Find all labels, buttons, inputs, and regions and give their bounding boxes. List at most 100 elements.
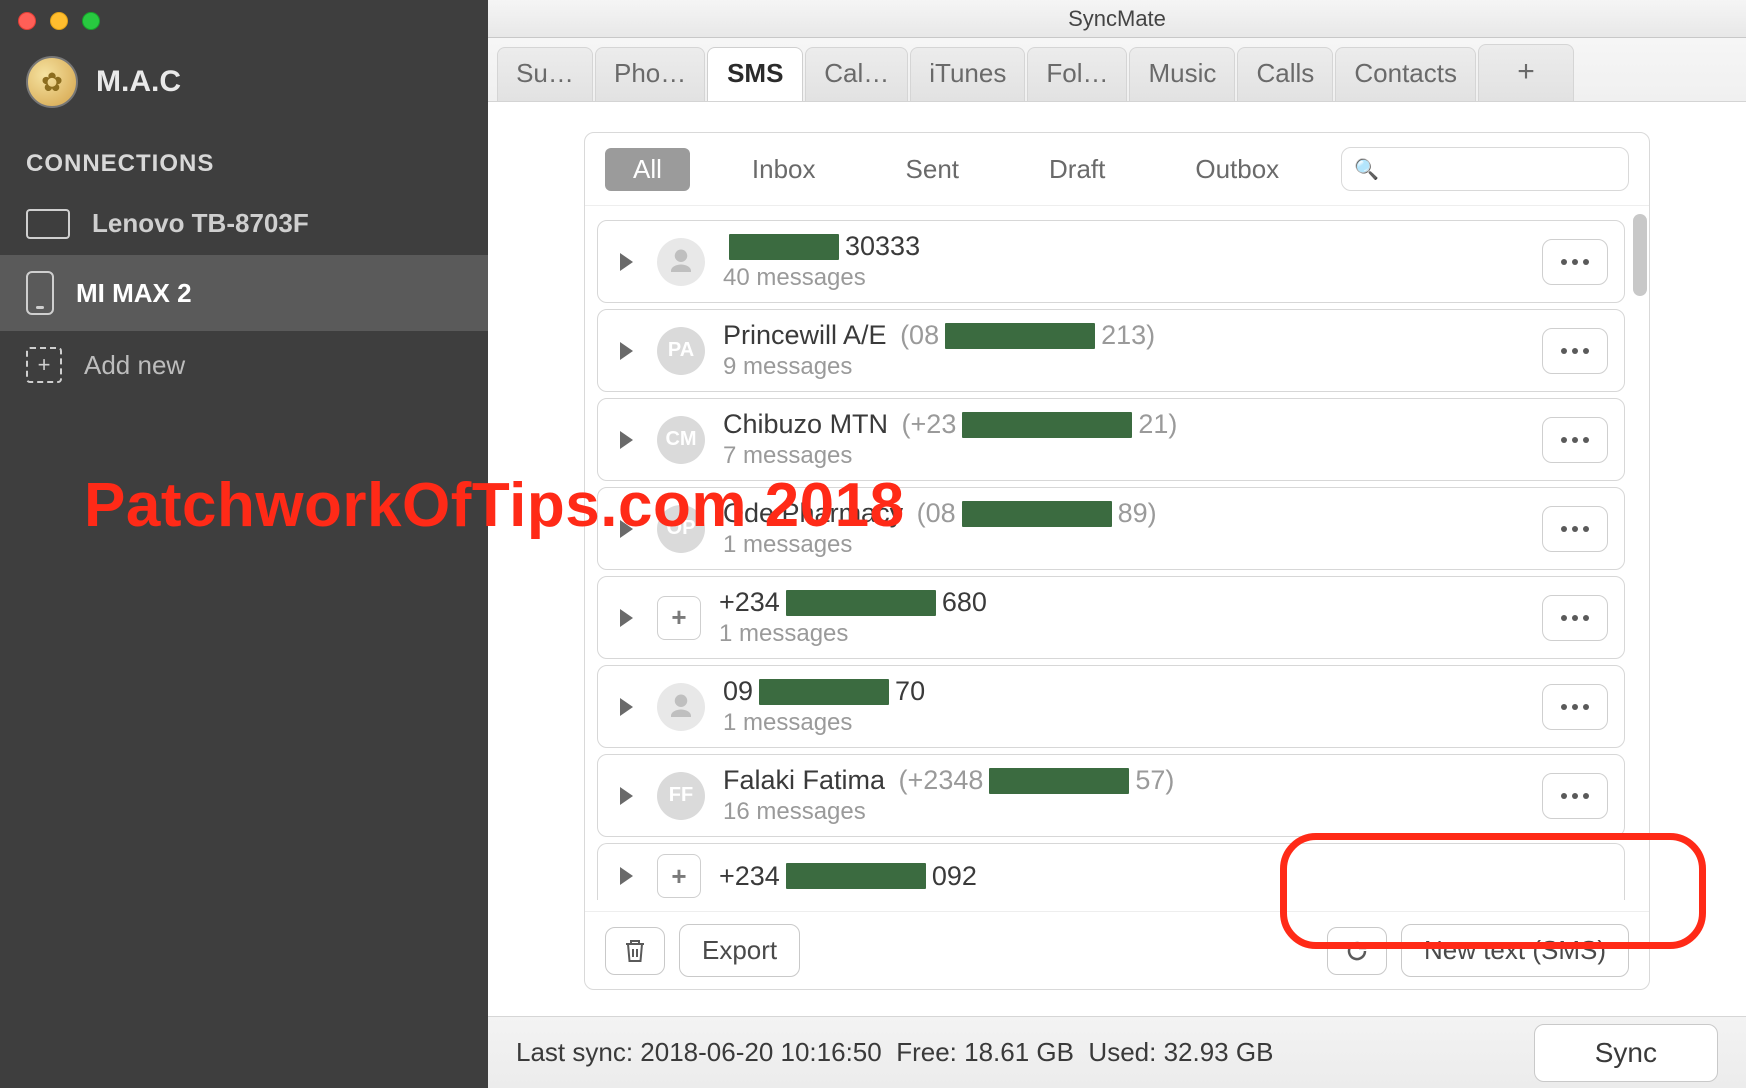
tab-sms[interactable]: SMS xyxy=(707,47,803,101)
titlebar: SyncMate xyxy=(488,0,1746,38)
add-contact-icon: + xyxy=(657,854,701,898)
thread-subtitle: 7 messages xyxy=(723,442,1524,470)
tab-pho[interactable]: Pho… xyxy=(595,47,705,101)
sync-button[interactable]: Sync xyxy=(1534,1024,1718,1082)
contact-avatar: PA xyxy=(657,327,705,375)
thread-text: +2346801 messages xyxy=(719,587,1524,648)
thread-list: 3033340 messages PA Princewill A/E (08213)… xyxy=(585,206,1649,911)
contact-avatar: OP xyxy=(657,505,705,553)
thread-title: 30333 xyxy=(723,231,1524,262)
connection-lenovo[interactable]: Lenovo TB-8703F xyxy=(0,192,488,255)
export-button[interactable]: Export xyxy=(679,924,800,977)
thread-more-button[interactable] xyxy=(1542,417,1608,463)
thread-title: +234680 xyxy=(719,587,1524,618)
thread-text: 3033340 messages xyxy=(723,231,1524,292)
account-row[interactable]: ✿ M.A.C xyxy=(0,38,488,136)
thread-more-button[interactable] xyxy=(1542,506,1608,552)
tablet-icon xyxy=(26,209,70,239)
thread-more-button[interactable] xyxy=(1542,684,1608,730)
filter-outbox[interactable]: Outbox xyxy=(1167,148,1307,191)
thread-more-button[interactable] xyxy=(1542,595,1608,641)
minimize-window-icon[interactable] xyxy=(50,12,68,30)
thread-title: Ode Pharmacy (0889) xyxy=(723,498,1524,529)
trash-icon xyxy=(623,938,647,964)
thread-text: +234092 xyxy=(719,861,1608,892)
status-last-sync: Last sync: 2018-06-20 10:16:50 Free: 18.… xyxy=(516,1037,1273,1068)
tab-contacts[interactable]: Contacts xyxy=(1335,47,1476,101)
expand-caret-icon[interactable] xyxy=(620,431,633,449)
filter-sent[interactable]: Sent xyxy=(878,148,988,191)
scrollbar-thumb[interactable] xyxy=(1633,214,1647,296)
thread-title: 0970 xyxy=(723,676,1524,707)
thread-text: 09701 messages xyxy=(723,676,1524,737)
account-avatar-icon: ✿ xyxy=(26,56,78,108)
filter-draft[interactable]: Draft xyxy=(1021,148,1133,191)
thread-title: Falaki Fatima (+234857) xyxy=(723,765,1524,796)
thread-row[interactable]: PA Princewill A/E (08213)9 messages xyxy=(597,309,1625,392)
expand-caret-icon[interactable] xyxy=(620,520,633,538)
thread-text: Chibuzo MTN (+2321)7 messages xyxy=(723,409,1524,470)
close-window-icon[interactable] xyxy=(18,12,36,30)
thread-text: Princewill A/E (08213)9 messages xyxy=(723,320,1524,381)
filter-inbox[interactable]: Inbox xyxy=(724,148,844,191)
account-name: M.A.C xyxy=(96,65,181,99)
expand-caret-icon[interactable] xyxy=(620,867,633,885)
filter-all[interactable]: All xyxy=(605,148,690,191)
thread-row[interactable]: OPOde Pharmacy (0889)1 messages xyxy=(597,487,1625,570)
plus-icon: + xyxy=(26,347,62,383)
status-bar: Last sync: 2018-06-20 10:16:50 Free: 18.… xyxy=(488,1016,1746,1088)
sidebar: ✿ M.A.C CONNECTIONS Lenovo TB-8703F MI M… xyxy=(0,0,488,1088)
connections-heading: CONNECTIONS xyxy=(0,136,488,192)
tab-calls[interactable]: Calls xyxy=(1237,47,1333,101)
thread-subtitle: 40 messages xyxy=(723,264,1524,292)
tab-bar: Su…Pho…SMSCal…iTunesFol…MusicCallsContac… xyxy=(488,38,1746,102)
add-connection[interactable]: + Add new xyxy=(0,331,488,399)
sms-panel: All Inbox Sent Draft Outbox 🔍 3033340 message… xyxy=(584,132,1650,990)
thread-row[interactable]: CM Chibuzo MTN (+2321)7 messages xyxy=(597,398,1625,481)
contact-avatar: FF xyxy=(657,772,705,820)
thread-title: Princewill A/E (08213) xyxy=(723,320,1524,351)
zoom-window-icon[interactable] xyxy=(82,12,100,30)
thread-subtitle: 9 messages xyxy=(723,353,1524,381)
add-tab-button[interactable]: + xyxy=(1478,44,1574,101)
window-controls xyxy=(18,12,100,30)
connection-label: MI MAX 2 xyxy=(76,278,192,309)
tab-cal[interactable]: Cal… xyxy=(805,47,908,101)
thread-row[interactable]: 09701 messages xyxy=(597,665,1625,748)
refresh-button[interactable] xyxy=(1327,927,1387,975)
expand-caret-icon[interactable] xyxy=(620,253,633,271)
thread-row[interactable]: 3033340 messages xyxy=(597,220,1625,303)
contact-avatar: CM xyxy=(657,416,705,464)
thread-subtitle: 1 messages xyxy=(719,620,1524,648)
tab-music[interactable]: Music xyxy=(1129,47,1235,101)
thread-row[interactable]: FF Falaki Fatima (+234857)16 messages xyxy=(597,754,1625,837)
thread-title: Chibuzo MTN (+2321) xyxy=(723,409,1524,440)
thread-text: Falaki Fatima (+234857)16 messages xyxy=(723,765,1524,826)
app-title: SyncMate xyxy=(1068,6,1166,32)
connection-mi-max-2[interactable]: MI MAX 2 xyxy=(0,255,488,331)
add-contact-icon: + xyxy=(657,596,701,640)
tab-su[interactable]: Su… xyxy=(497,47,593,101)
thread-more-button[interactable] xyxy=(1542,239,1608,285)
thread-more-button[interactable] xyxy=(1542,328,1608,374)
expand-caret-icon[interactable] xyxy=(620,342,633,360)
expand-caret-icon[interactable] xyxy=(620,698,633,716)
expand-caret-icon[interactable] xyxy=(620,787,633,805)
add-connection-label: Add new xyxy=(84,350,185,381)
expand-caret-icon[interactable] xyxy=(620,609,633,627)
thread-more-button[interactable] xyxy=(1542,773,1608,819)
thread-row[interactable]: + +2346801 messages xyxy=(597,576,1625,659)
search-icon: 🔍 xyxy=(1354,157,1379,182)
phone-icon xyxy=(26,271,54,315)
search-input[interactable]: 🔍 xyxy=(1341,147,1629,191)
panel-toolbar: Export New text (SMS) xyxy=(585,911,1649,989)
thread-subtitle: 1 messages xyxy=(723,709,1524,737)
delete-button[interactable] xyxy=(605,927,665,975)
person-icon xyxy=(657,683,705,731)
filter-bar: All Inbox Sent Draft Outbox 🔍 xyxy=(585,133,1649,206)
tab-itunes[interactable]: iTunes xyxy=(910,47,1025,101)
new-text-button[interactable]: New text (SMS) xyxy=(1401,924,1629,977)
connection-label: Lenovo TB-8703F xyxy=(92,208,309,239)
thread-row[interactable]: + +234092 xyxy=(597,843,1625,900)
tab-fol[interactable]: Fol… xyxy=(1027,47,1127,101)
